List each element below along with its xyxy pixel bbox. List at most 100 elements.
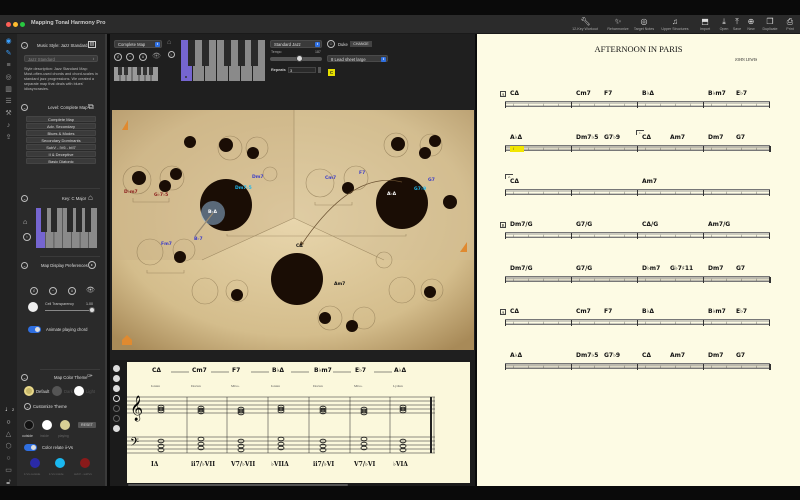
- close-window-button[interactable]: [6, 22, 11, 27]
- map-chord-label[interactable]: CΔ: [296, 244, 303, 249]
- key-keyboard[interactable]: [36, 208, 97, 248]
- hexagon-shape-icon[interactable]: ⬡: [4, 442, 13, 451]
- lead-sheet-chord[interactable]: Cm7: [576, 308, 591, 315]
- key-badge[interactable]: C: [328, 69, 335, 76]
- lead-sheet-chord[interactable]: E♭7: [736, 90, 747, 97]
- lead-sheet-chord[interactable]: CΔ: [510, 308, 519, 315]
- wave-icon[interactable]: ~: [126, 53, 134, 61]
- lead-sheet-chord[interactable]: G7: [736, 134, 745, 141]
- home-icon[interactable]: ⌂: [23, 219, 27, 226]
- accidental-icon[interactable]: ♭: [23, 233, 31, 241]
- theme-color-playing-swatch[interactable]: [60, 420, 70, 430]
- map-chord-label[interactable]: Dm7♭5: [235, 186, 252, 191]
- style-select[interactable]: Jazz Standard ⇕: [24, 55, 98, 62]
- analysis-chord[interactable]: E♭7: [355, 367, 366, 374]
- relate-color-swatch[interactable]: [80, 458, 90, 468]
- lead-sheet-chord[interactable]: CΔ: [510, 178, 519, 185]
- customize-chevron-icon[interactable]: ⌄: [24, 403, 31, 410]
- style-select[interactable]: Standard Jazz ⇕: [270, 40, 322, 48]
- lead-sheet-chord[interactable]: Dm7: [708, 265, 723, 272]
- stop-icon[interactable]: [113, 415, 120, 422]
- sharp-icon[interactable]: [113, 385, 120, 392]
- collapse-key-icon[interactable]: ⌄: [21, 195, 28, 202]
- color-relate-toggle[interactable]: [24, 444, 37, 451]
- analysis-chord[interactable]: Cm7: [192, 367, 207, 374]
- map-chord-label[interactable]: G7: [428, 178, 435, 183]
- lead-sheet-chord[interactable]: G7/G: [576, 221, 592, 228]
- lead-sheet-chord[interactable]: B♭Δ: [642, 308, 654, 315]
- user-avatar-icon[interactable]: ☺: [327, 40, 335, 48]
- lead-sheet-chord[interactable]: CΔ/G: [642, 221, 658, 228]
- lead-sheet-chord[interactable]: Am7: [670, 134, 685, 141]
- map-chord-label[interactable]: Am7: [334, 282, 345, 287]
- horizontal-scrollbar[interactable]: [128, 484, 348, 486]
- map-chord-label[interactable]: D♭m7: [124, 190, 138, 195]
- accidental-icon[interactable]: ♭: [168, 51, 175, 58]
- cup-icon[interactable]: ∪: [139, 53, 147, 61]
- map-chord-label[interactable]: Dm7: [252, 175, 264, 180]
- tempo-slider-thumb[interactable]: [296, 55, 303, 62]
- theme-dark-radio[interactable]: [52, 386, 62, 396]
- collapse-display-icon[interactable]: ⌄: [21, 262, 28, 269]
- toolbar-upper-structures-button[interactable]: ♫ Upper Structures: [658, 16, 692, 31]
- lead-sheet-chord[interactable]: G7: [736, 265, 745, 272]
- lead-sheet-chord[interactable]: Am7: [642, 178, 657, 185]
- rectangle-shape-icon[interactable]: ▭: [4, 466, 13, 475]
- lead-sheet-chord[interactable]: A♭Δ: [510, 352, 522, 359]
- toolbar-target-notes-button[interactable]: ◎ Target Notes: [627, 16, 661, 31]
- level-button[interactable]: SubV - IV6 - bII7: [26, 144, 96, 150]
- lead-sheet-chord[interactable]: G7♭9: [604, 134, 620, 141]
- lead-sheet-chord[interactable]: A♭Δ: [510, 134, 522, 141]
- lead-sheet-chord[interactable]: Am7/G: [708, 221, 730, 228]
- collapse-style-icon[interactable]: ⌄: [21, 42, 28, 49]
- mini-keyboard-icon[interactable]: [114, 67, 158, 81]
- lead-sheet-chord[interactable]: F7: [604, 308, 612, 315]
- lock-icon[interactable]: 🔓︎: [4, 478, 13, 487]
- list-icon[interactable]: ≡: [4, 61, 13, 70]
- eye-icon[interactable]: 👁︎: [152, 52, 161, 60]
- music-note-icon[interactable]: ♪: [4, 121, 13, 130]
- level-button[interactable]: Secondary Dominants: [26, 137, 96, 143]
- map-select[interactable]: Complete Map ⇕: [114, 40, 162, 48]
- sharp-flat-icon[interactable]: ♯: [114, 53, 122, 61]
- staff-icon[interactable]: ☰: [4, 97, 13, 106]
- lead-sheet-chord[interactable]: G7♭9: [604, 352, 620, 359]
- relate-color-swatch[interactable]: [55, 458, 65, 468]
- minimize-window-button[interactable]: [13, 22, 18, 27]
- lead-sheet-chord[interactable]: B♭m7: [708, 90, 726, 97]
- map-chord-label[interactable]: A♭Δ: [387, 192, 396, 197]
- lead-sheet-chord[interactable]: Am7: [670, 352, 685, 359]
- home-icon[interactable]: ⌂: [167, 39, 171, 46]
- triangle-shape-icon[interactable]: △: [4, 430, 13, 439]
- analysis-staff[interactable]: 𝄞 𝄢 CΔ Ionian IΔ Cm7 Dorian ii7/♭VII F7 Mixo. V7/…: [127, 362, 470, 483]
- level-button[interactable]: II & Deceptive: [26, 151, 96, 157]
- layers-icon[interactable]: ⧉: [88, 102, 94, 112]
- lead-sheet-chord[interactable]: Dm7♭5: [576, 134, 598, 141]
- lead-sheet-chord[interactable]: Cm7: [576, 90, 591, 97]
- sharp-flat-icon[interactable]: ♯: [30, 287, 38, 295]
- theme-color-outside-swatch[interactable]: [24, 420, 34, 430]
- cup-icon[interactable]: ∪: [68, 287, 76, 295]
- share-icon[interactable]: ⇪: [4, 133, 13, 142]
- reset-button[interactable]: RESET: [78, 422, 96, 428]
- level-icon[interactable]: ◎: [4, 73, 13, 82]
- map-chord-label[interactable]: F7: [359, 171, 365, 176]
- lead-sheet-chord[interactable]: CΔ: [642, 352, 651, 359]
- level-button[interactable]: Blues & Modes: [26, 130, 96, 136]
- analysis-chord[interactable]: A♭Δ: [394, 367, 406, 374]
- eye-icon[interactable]: 👁︎: [86, 286, 95, 294]
- tempo-icon[interactable]: [113, 375, 120, 382]
- disabled-icon[interactable]: [113, 405, 120, 412]
- theme-color-inside-swatch[interactable]: [42, 420, 52, 430]
- lead-sheet-chord[interactable]: Dm7♭5: [576, 352, 598, 359]
- animate-toggle[interactable]: [28, 326, 41, 333]
- piano-style-icon[interactable]: ▥: [88, 41, 96, 48]
- map-icon[interactable]: ▥: [4, 85, 13, 94]
- analysis-chord[interactable]: B♭Δ: [272, 367, 284, 374]
- map-chord-label[interactable]: B♭Δ: [208, 210, 217, 215]
- lead-sheet-chord[interactable]: F7: [604, 90, 612, 97]
- lead-sheet[interactable]: AFTERNOON IN PARIS JOHN LEWIS A / / / / / / / / /…: [477, 34, 800, 486]
- play-icon[interactable]: ▸: [88, 261, 96, 269]
- grid-icon[interactable]: [113, 425, 120, 432]
- minus-icon[interactable]: [113, 365, 120, 372]
